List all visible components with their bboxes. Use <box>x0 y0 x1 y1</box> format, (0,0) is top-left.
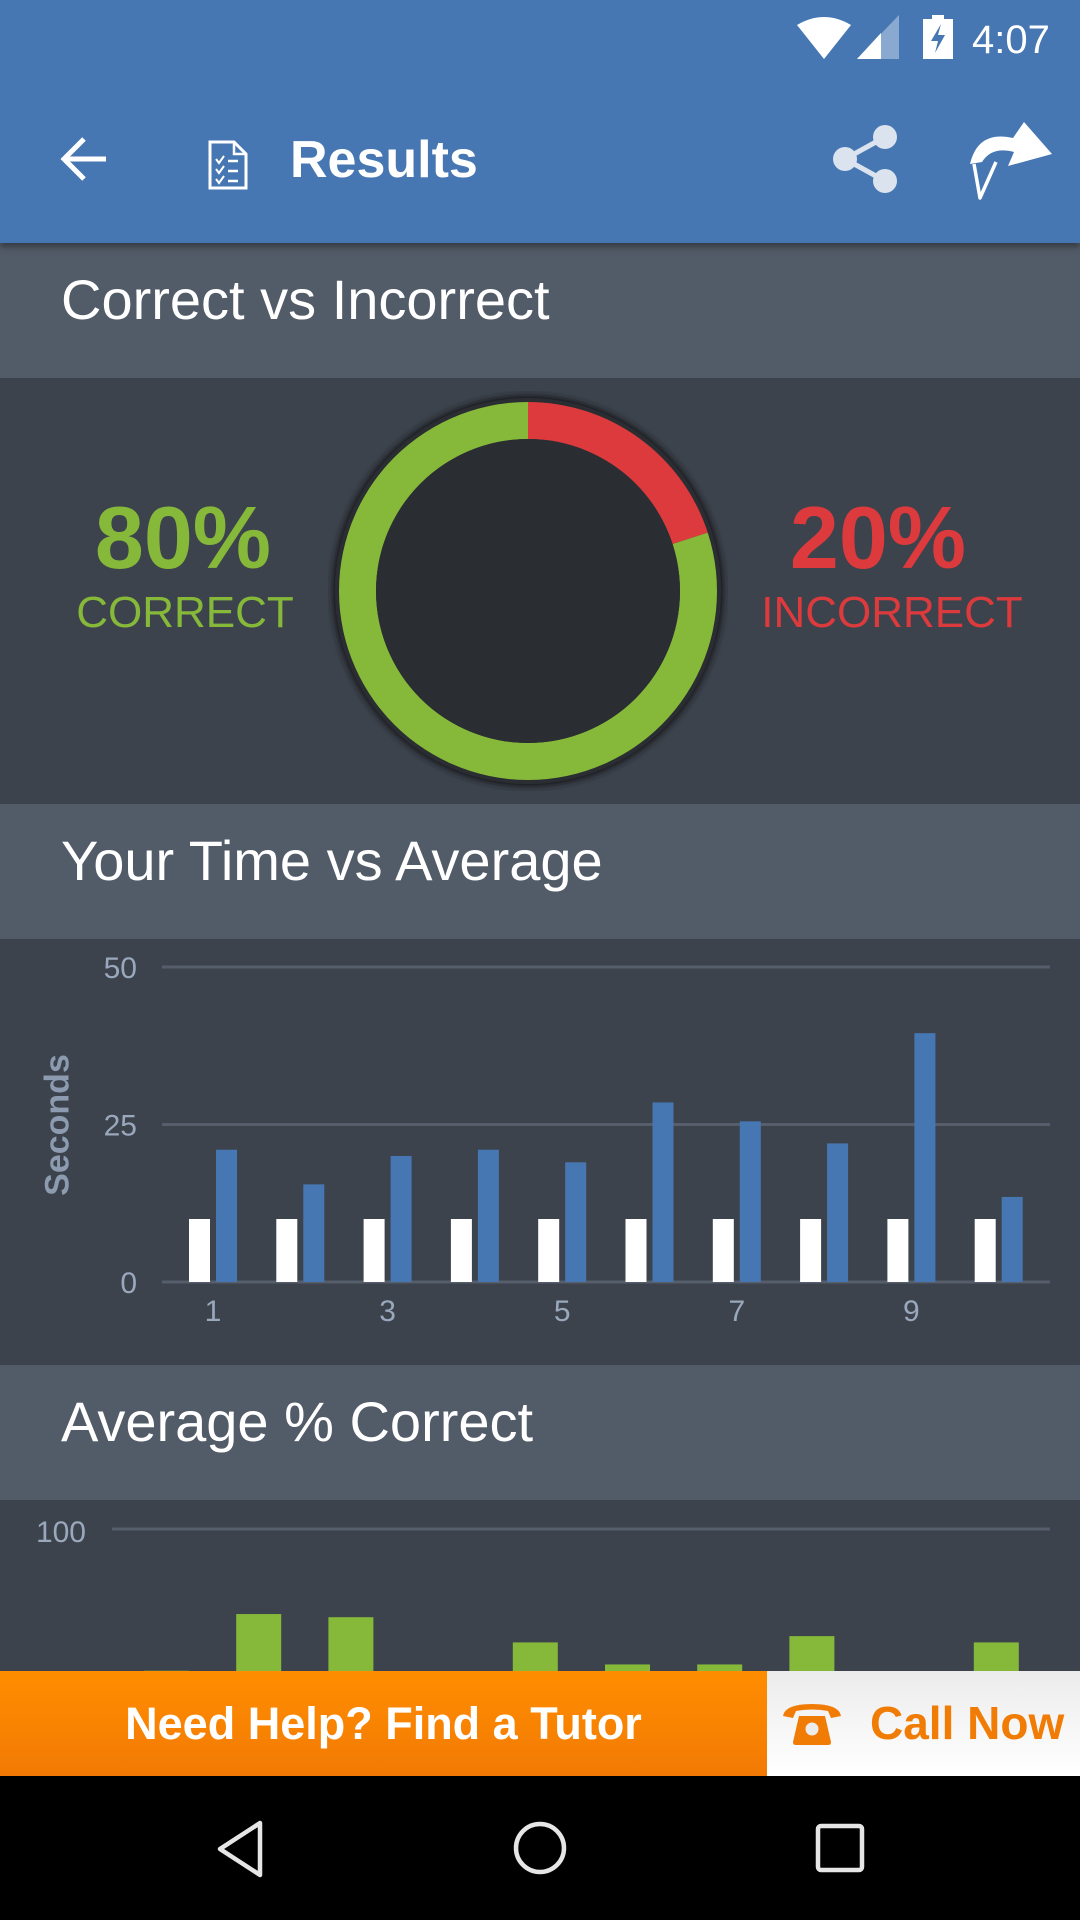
bar-average-2 <box>276 1219 298 1282</box>
bar-average-10 <box>974 1219 996 1282</box>
y-tick-label: 50 <box>104 952 137 985</box>
checklist-document-icon <box>208 140 248 190</box>
bar-your-time-7 <box>739 1121 761 1282</box>
bar-average-1 <box>189 1219 210 1282</box>
donut-hole <box>376 439 680 743</box>
bar-your-time-6 <box>652 1102 674 1282</box>
bar-your-time-10 <box>1001 1196 1023 1282</box>
bar-your-time-3 <box>390 1156 412 1282</box>
incorrect-label: INCORRECT <box>761 588 1023 637</box>
nav-home-button[interactable] <box>490 1796 590 1900</box>
back-nav-icon <box>217 1820 263 1878</box>
time-vs-average-chart: 0 25 50 1 3 5 7 9 <box>104 952 1050 1328</box>
donut-chart <box>332 395 724 787</box>
app-bar: 4:07 Results <box>0 0 1080 243</box>
y-tick-label: 100 <box>36 1516 86 1549</box>
bar-your-time-1 <box>216 1149 237 1282</box>
x-tick-label: 1 <box>205 1295 222 1328</box>
recents-nav-icon <box>815 1823 865 1873</box>
home-nav-icon <box>513 1821 567 1875</box>
y-tick-label: 25 <box>104 1110 137 1143</box>
bar-your-time-8 <box>827 1143 849 1282</box>
bar-average-9 <box>887 1219 909 1282</box>
bar-average-correct-10 <box>973 1642 1019 1671</box>
bar-your-time-2 <box>303 1184 325 1282</box>
system-nav-bar <box>0 1776 1080 1920</box>
forward-button[interactable] <box>955 110 1065 210</box>
x-tick-label: 9 <box>903 1295 920 1328</box>
bar-average-7 <box>712 1219 734 1282</box>
wifi-icon <box>797 17 851 59</box>
bar-average-correct-2 <box>236 1614 282 1671</box>
cell-signal-icon <box>857 15 899 59</box>
correct-vs-incorrect-panel: 80% CORRECT 20% INCORRECT <box>0 378 1080 804</box>
correct-label: CORRECT <box>76 588 294 637</box>
back-button[interactable] <box>40 118 130 198</box>
call-now-label: Call Now <box>870 1697 1065 1749</box>
bar-average-correct-3 <box>328 1617 374 1671</box>
nav-recents-button[interactable] <box>790 1796 890 1900</box>
battery-charging-icon <box>923 15 953 59</box>
section-header-correct-vs-incorrect: Correct vs Incorrect <box>0 243 1080 378</box>
section-title: Your Time vs Average <box>61 829 603 892</box>
bar-your-time-9 <box>914 1033 936 1282</box>
call-now-button[interactable]: Call Now <box>767 1671 1080 1776</box>
phone-icon <box>783 1704 841 1745</box>
find-tutor-text: Need Help? Find a Tutor <box>125 1698 642 1749</box>
nav-back-button[interactable] <box>190 1796 290 1900</box>
y-tick-label: 0 <box>120 1267 137 1300</box>
bar-average-3 <box>363 1219 385 1282</box>
bar-average-correct-8 <box>789 1636 835 1671</box>
x-tick-label: 7 <box>728 1295 745 1328</box>
section-header-time-vs-average: Your Time vs Average <box>0 804 1080 939</box>
bar-average-6 <box>625 1219 647 1282</box>
share-button[interactable] <box>816 112 914 208</box>
bar-average-8 <box>800 1219 822 1282</box>
find-tutor-banner[interactable]: Need Help? Find a Tutor <box>0 1671 767 1776</box>
bar-your-time-4 <box>477 1149 499 1282</box>
bar-average-correct-5 <box>512 1642 558 1671</box>
forward-icon <box>970 122 1052 200</box>
bar-average-5 <box>538 1219 560 1282</box>
section-title: Average % Correct <box>61 1390 534 1453</box>
x-tick-label: 5 <box>554 1295 571 1328</box>
correct-percent: 80% <box>94 488 272 587</box>
share-icon <box>833 125 897 193</box>
bar-your-time-5 <box>565 1162 587 1282</box>
incorrect-percent: 20% <box>789 488 967 587</box>
x-tick-label: 3 <box>379 1295 396 1328</box>
page-title: Results <box>290 131 478 189</box>
section-title: Correct vs Incorrect <box>61 268 550 331</box>
average-correct-chart: 100 <box>36 1516 1050 1671</box>
arrow-left-icon <box>60 137 106 181</box>
bar-average-4 <box>450 1219 472 1282</box>
section-header-average-correct: Average % Correct <box>0 1365 1080 1500</box>
status-time: 4:07 <box>972 18 1050 62</box>
